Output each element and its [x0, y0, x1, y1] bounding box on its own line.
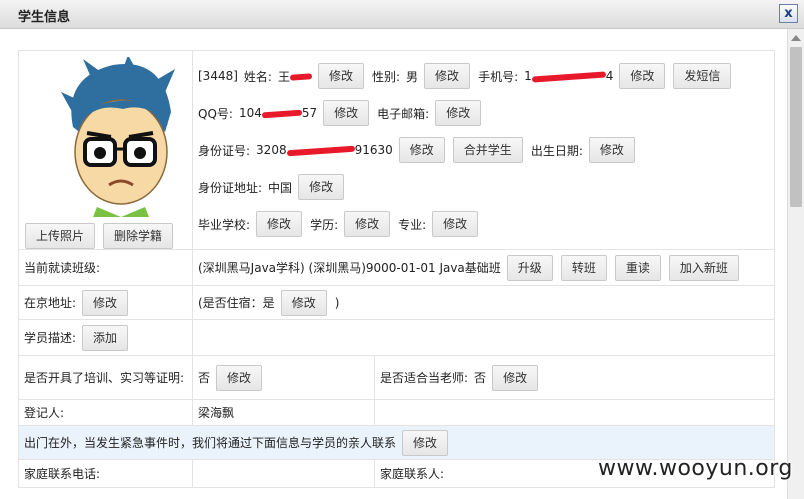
gender-value: 男	[406, 69, 419, 84]
registrar-label-cell: 登记人:	[18, 399, 193, 426]
delete-record-button[interactable]: 删除学籍	[103, 223, 174, 249]
close-button[interactable]: x	[779, 4, 798, 23]
idaddress-value: 中国	[268, 180, 293, 195]
avatar-cell: 上传照片 删除学籍	[18, 50, 193, 250]
family-phone-label-cell: 家庭联系电话:	[18, 459, 193, 488]
watermark: www.wooyun.org	[598, 456, 793, 481]
join-new-class-button[interactable]: 加入新班	[668, 254, 739, 281]
emergency-notice: 出门在外，当发生紧急事件时，我们将通过下面信息与学员的亲人联系	[24, 436, 397, 450]
certificate-label: 是否开具了培训、实习等证明:	[24, 370, 185, 385]
redaction-mark	[261, 109, 303, 118]
dialog-title: 学生信息	[18, 10, 71, 25]
qq-value-text: 104	[238, 106, 262, 120]
name-value-text: 王	[277, 69, 290, 84]
certificate-value: 否	[198, 371, 211, 385]
edit-gender-button[interactable]: 修改	[424, 63, 471, 89]
edit-certificate-button[interactable]: 修改	[216, 364, 263, 391]
edit-emergency-button[interactable]: 修改	[402, 429, 449, 456]
repeat-class-button[interactable]: 重读	[614, 254, 661, 281]
vertical-scrollbar[interactable]	[787, 29, 804, 499]
send-sms-button[interactable]: 发短信	[673, 63, 732, 89]
registrar-label: 登记人:	[24, 406, 65, 420]
student-id: [3448]	[198, 69, 238, 83]
beijing-address-label: 在京地址:	[24, 296, 77, 310]
edit-idcard-button[interactable]: 修改	[398, 137, 445, 163]
edit-idaddress-button[interactable]: 修改	[298, 174, 345, 200]
edit-beijing-address-button[interactable]: 修改	[82, 289, 129, 316]
family-contact-label: 家庭联系人:	[380, 467, 445, 481]
school-label: 毕业学校:	[198, 217, 251, 232]
dorm-cell: (是否住宿：是 修改 )	[191, 285, 776, 320]
description-cell: 学员描述: 添加	[18, 319, 193, 356]
qq-value: 104 57	[239, 106, 317, 120]
email-label: 电子邮箱:	[377, 106, 430, 121]
certificate-label-cell: 是否开具了培训、实习等证明:	[18, 355, 193, 400]
beijing-address-cell: 在京地址: 修改	[18, 285, 193, 320]
description-value-cell	[191, 319, 776, 356]
gender-label: 性别:	[371, 69, 401, 84]
idcard-value-text: 3208	[256, 143, 287, 157]
idcard-value-tail: 91630	[354, 143, 393, 157]
edit-education-button[interactable]: 修改	[344, 211, 391, 237]
add-description-button[interactable]: 添加	[82, 324, 129, 351]
redaction-mark	[289, 73, 313, 81]
description-label: 学员描述:	[24, 331, 77, 345]
education-label: 学历:	[310, 217, 339, 232]
phone-value-tail: 4	[605, 69, 614, 83]
edit-school-button[interactable]: 修改	[256, 211, 303, 237]
name-value: 王	[277, 68, 313, 85]
upload-photo-button[interactable]: 上传照片	[25, 223, 96, 249]
registrar-value: 梁海飘	[198, 406, 235, 420]
current-class-label: 当前就读班级:	[24, 261, 101, 275]
current-class-value: (深圳黑马Java学科) (深圳黑马)9000-01-01 Java基础班	[198, 261, 501, 275]
edit-phone-button[interactable]: 修改	[619, 63, 666, 89]
name-label: 姓名:	[243, 69, 272, 84]
edit-dorm-button[interactable]: 修改	[280, 289, 327, 316]
family-phone-value-cell	[192, 459, 375, 488]
basic-info-cell: [3448] 姓名: 王 修改 性别: 男 修改 手机号: 14 修改 发短信 …	[191, 50, 776, 250]
current-class-cell: (深圳黑马Java学科) (深圳黑马)9000-01-01 Java基础班 升级…	[191, 249, 776, 286]
edit-qq-button[interactable]: 修改	[323, 100, 370, 126]
idaddress-label: 身份证地址:	[198, 180, 263, 195]
edit-email-button[interactable]: 修改	[435, 100, 482, 126]
edit-name-button[interactable]: 修改	[317, 63, 364, 89]
phone-value: 14	[524, 69, 613, 83]
edit-birthday-button[interactable]: 修改	[588, 137, 635, 163]
teacher-label: 是否适合当老师:	[380, 371, 469, 385]
edit-major-button[interactable]: 修改	[432, 211, 479, 237]
birthday-label: 出生日期:	[530, 143, 583, 158]
upgrade-button[interactable]: 升级	[506, 254, 553, 281]
student-info-panel: 上传照片 删除学籍 [3448] 姓名: 王 修改 性别: 男 修改 手机号: …	[17, 50, 776, 488]
idcard-value: 3208 91630	[256, 143, 393, 157]
certificate-value-cell: 否 修改	[192, 355, 375, 400]
registrar-value-cell: 梁海飘	[192, 399, 375, 426]
teacher-value: 否	[474, 371, 487, 385]
family-phone-label: 家庭联系电话:	[24, 467, 101, 481]
scroll-up-arrow-icon[interactable]	[791, 35, 801, 41]
redaction-mark	[286, 145, 355, 156]
student-avatar	[61, 57, 175, 217]
idcard-label: 身份证号:	[198, 143, 251, 158]
qq-label: QQ号:	[198, 106, 233, 121]
dialog-titlebar: 学生信息 x	[0, 0, 804, 29]
dorm-status-close: )	[334, 295, 340, 310]
teacher-cell: 是否适合当老师: 否 修改	[373, 355, 776, 400]
current-class-label-cell: 当前就读班级:	[18, 249, 193, 286]
qq-value-tail: 57	[301, 106, 318, 120]
phone-value-text: 1	[524, 69, 532, 83]
merge-student-button[interactable]: 合并学生	[452, 137, 523, 163]
edit-teacher-button[interactable]: 修改	[492, 364, 539, 391]
transfer-class-button[interactable]: 转班	[560, 254, 607, 281]
dorm-status: (是否住宿：是	[198, 296, 275, 310]
scrollbar-thumb[interactable]	[790, 47, 802, 207]
student-info-table: 上传照片 删除学籍 [3448] 姓名: 王 修改 性别: 男 修改 手机号: …	[17, 50, 776, 488]
emergency-notice-cell: 出门在外，当发生紧急事件时，我们将通过下面信息与学员的亲人联系 修改	[17, 425, 776, 460]
phone-label: 手机号:	[478, 69, 519, 84]
registrar-empty-cell	[373, 399, 776, 426]
major-label: 专业:	[398, 217, 427, 232]
redaction-mark	[531, 70, 606, 83]
